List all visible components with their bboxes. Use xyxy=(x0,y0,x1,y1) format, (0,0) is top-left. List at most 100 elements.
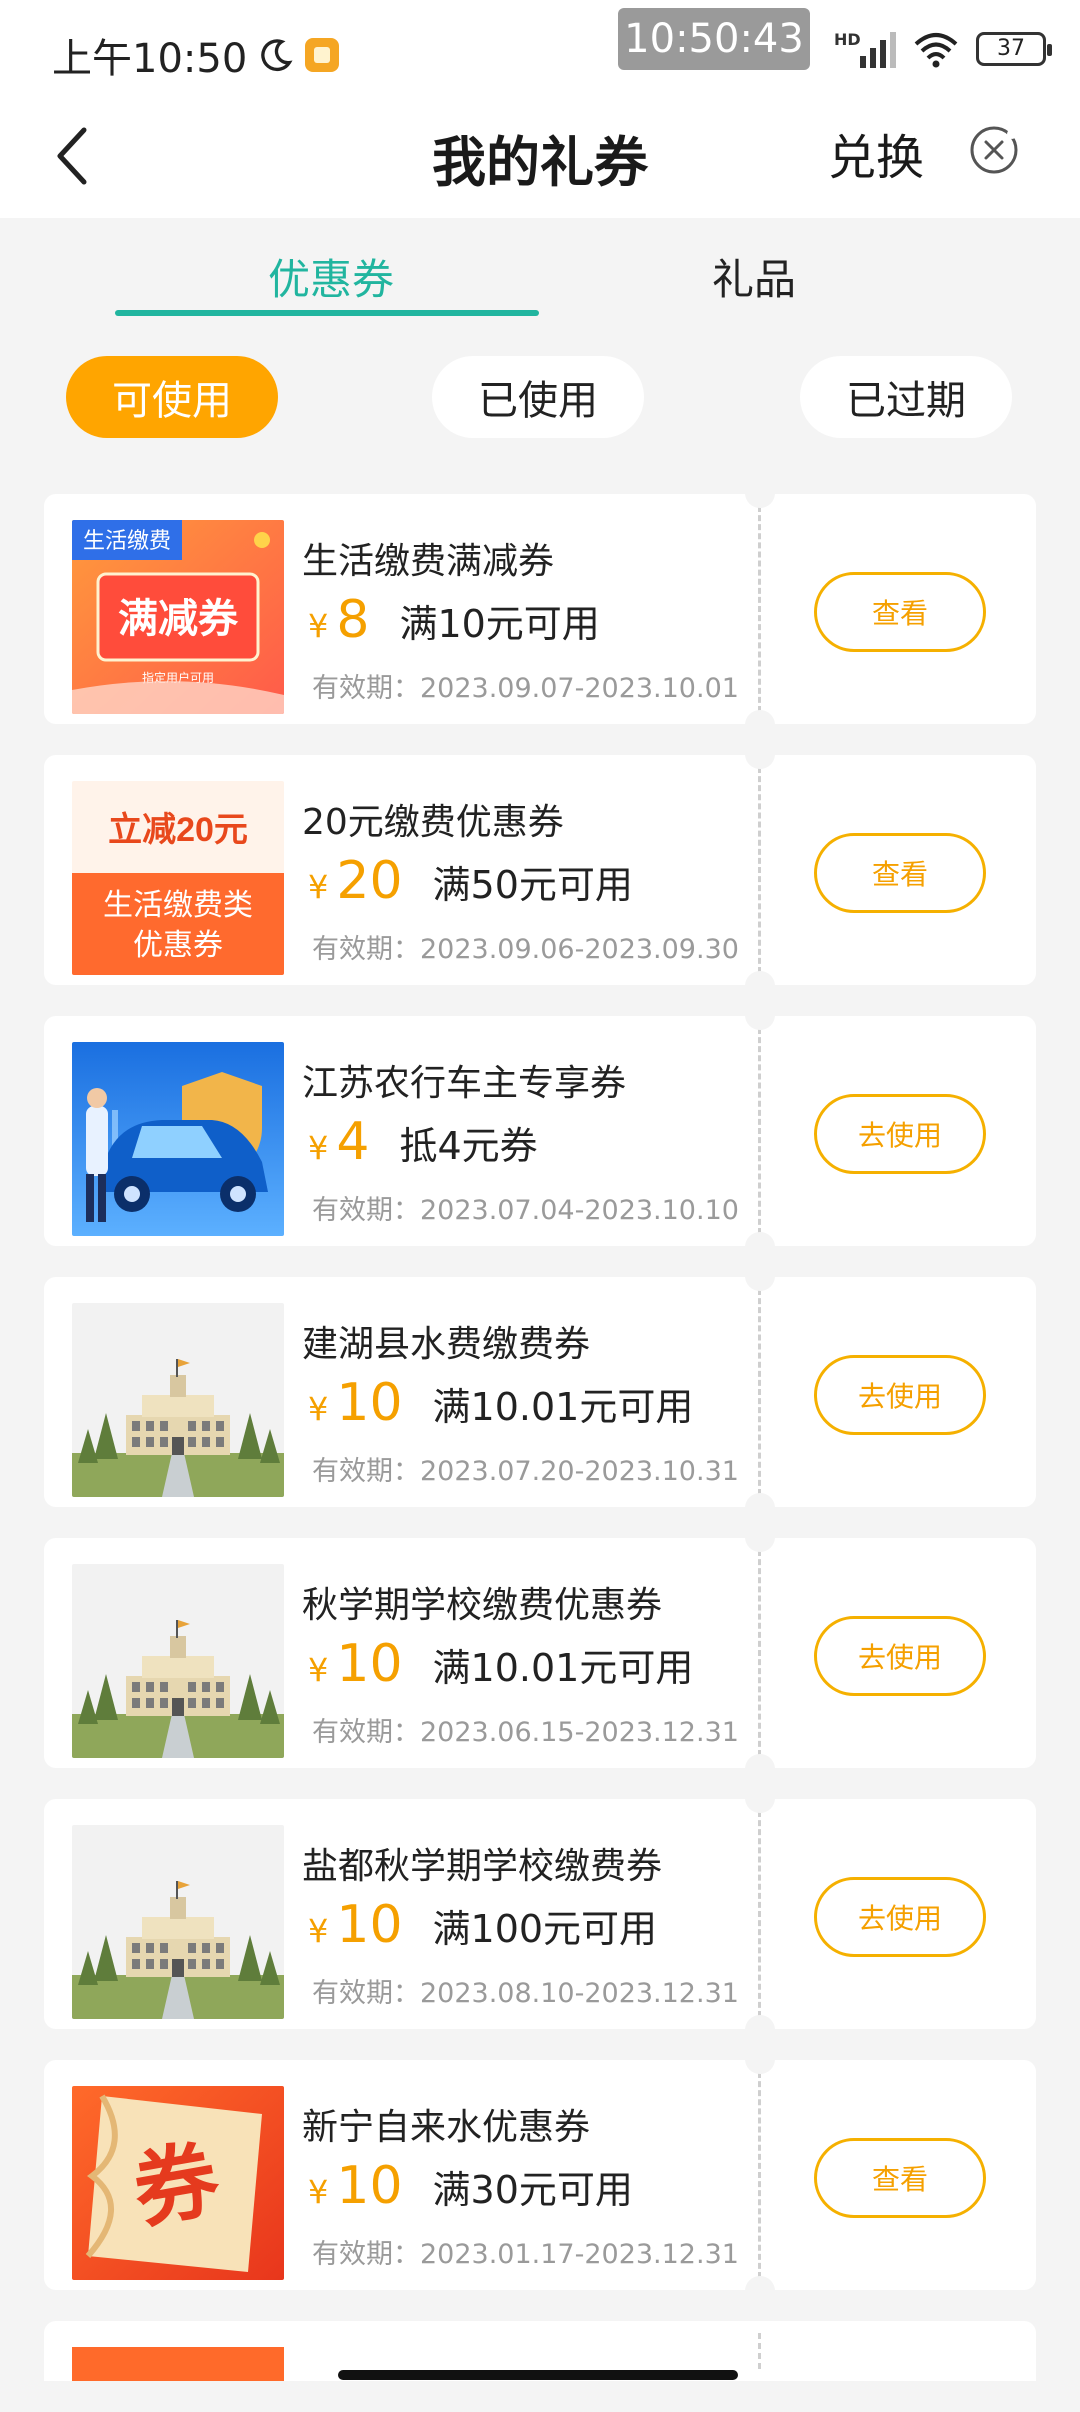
coupon-card[interactable]: 盐都秋学期学校缴费券 ¥ 10 满100元可用 有效期：2023.08.10-2… xyxy=(44,1799,1036,2029)
coupon-title: 江苏农行车主专享券 xyxy=(302,1063,627,1104)
coupon-validity: 有效期：2023.06.15-2023.12.31 xyxy=(312,1717,739,1748)
coupon-amount: 4 xyxy=(336,1112,370,1172)
network-type: HD xyxy=(834,30,861,49)
filter-expired[interactable]: 已过期 xyxy=(800,356,1012,438)
coupon-notch xyxy=(745,1016,775,1030)
coupon-notch xyxy=(745,1493,775,1507)
image-label-instant-discount: 立减20元 xyxy=(108,811,248,849)
coupon-condition: 满50元可用 xyxy=(432,863,633,907)
coupon-condition: 抵4元券 xyxy=(399,1124,538,1168)
currency-symbol: ¥ xyxy=(308,1651,329,1689)
coupon-title: 20元缴费优惠券 xyxy=(302,802,564,843)
view-button[interactable]: 查看 xyxy=(814,572,986,652)
coupon-title: 盐都秋学期学校缴费券 xyxy=(302,1846,663,1887)
coupon-notch xyxy=(745,1538,775,1552)
coupon-notch xyxy=(745,710,775,724)
image-label-discount: 满减券 xyxy=(118,597,239,641)
currency-symbol: ¥ xyxy=(308,868,329,906)
coupon-list: 生活缴费 满减券 指定用户可用 生活缴费满减券 ¥ 8 满10元可用 有效期：2… xyxy=(44,494,1036,2412)
coupon-price: ¥ 10 满100元可用 xyxy=(308,1895,657,1955)
exchange-button[interactable]: 兑换 xyxy=(828,118,924,188)
coupon-price: ¥ 8 满10元可用 xyxy=(308,590,600,650)
coupon-image-car-owner xyxy=(72,1042,284,1236)
coupon-card[interactable]: 生活缴费 满减券 指定用户可用 生活缴费满减券 ¥ 8 满10元可用 有效期：2… xyxy=(44,494,1036,724)
status-left: 上午10:50 xyxy=(52,26,340,84)
coupon-amount: 10 xyxy=(336,1895,403,1955)
coupon-condition: 满100元可用 xyxy=(432,1907,658,1951)
close-icon[interactable] xyxy=(968,124,1020,176)
currency-symbol: ¥ xyxy=(308,2173,329,2211)
coupon-image-school xyxy=(72,1564,284,1758)
tab-coupons[interactable]: 优惠券 xyxy=(268,246,394,307)
coupon-amount: 10 xyxy=(336,2156,403,2216)
coupon-card[interactable]: 建湖县水费缴费券 ¥ 10 满10.01元可用 有效期：2023.07.20-2… xyxy=(44,1277,1036,1507)
coupon-notch xyxy=(745,755,775,769)
coupon-validity: 有效期：2023.08.10-2023.12.31 xyxy=(312,1978,739,2009)
currency-symbol: ¥ xyxy=(308,1390,329,1428)
coupon-title: 建湖县水费缴费券 xyxy=(302,1324,591,1365)
coupon-amount: 20 xyxy=(336,851,403,911)
coupon-notch xyxy=(745,1277,775,1291)
coupon-title: 生活缴费满减券 xyxy=(302,541,555,582)
coupon-price: ¥ 20 满50元可用 xyxy=(308,851,633,911)
wifi-icon xyxy=(914,33,958,68)
coupon-notch xyxy=(745,2276,775,2290)
use-button[interactable]: 去使用 xyxy=(814,1616,986,1696)
coupon-notch xyxy=(745,494,775,508)
coupon-card[interactable]: 秋学期学校缴费优惠券 ¥ 10 满10.01元可用 有效期：2023.06.15… xyxy=(44,1538,1036,1768)
header: 我的礼券 兑换 xyxy=(0,100,1080,218)
coupon-divider xyxy=(758,1289,761,1495)
coupon-card[interactable]: 江苏农行车主专享券 ¥ 4 抵4元券 有效期：2023.07.04-2023.1… xyxy=(44,1016,1036,1246)
coupon-notch xyxy=(745,971,775,985)
tab-active-indicator xyxy=(115,310,539,316)
view-button[interactable]: 查看 xyxy=(814,833,986,913)
filter-chips: 可使用 已使用 已过期 xyxy=(0,356,1080,440)
home-indicator[interactable] xyxy=(338,2370,738,2380)
coupon-card[interactable]: 立减20元 生活缴费类 优惠券 20元缴费优惠券 ¥ 20 满50元可用 有效期… xyxy=(44,755,1036,985)
coupon-image-school xyxy=(72,1825,284,2019)
coupon-condition: 满30元可用 xyxy=(432,2168,633,2212)
battery-icon: 37 xyxy=(976,32,1052,66)
coupon-divider xyxy=(758,2333,761,2369)
coupon-image-partial xyxy=(72,2347,284,2381)
coupon-image-school xyxy=(72,1303,284,1497)
use-button[interactable]: 去使用 xyxy=(814,1877,986,1957)
coupon-card[interactable]: 券 新宁自来水优惠券 ¥ 10 满30元可用 有效期：2023.01.17-20… xyxy=(44,2060,1036,2290)
coupon-divider xyxy=(758,2072,761,2278)
image-label-coupon: 优惠券 xyxy=(133,929,223,962)
coupon-validity: 有效期：2023.09.06-2023.09.30 xyxy=(312,934,739,965)
image-label-ticket: 券 xyxy=(127,2131,227,2238)
coupon-validity: 有效期：2023.07.04-2023.10.10 xyxy=(312,1195,739,1226)
currency-symbol: ¥ xyxy=(308,1912,329,1950)
coupon-notch xyxy=(745,2060,775,2074)
filter-available[interactable]: 可使用 xyxy=(66,356,278,438)
coupon-notch xyxy=(745,2015,775,2029)
use-button[interactable]: 去使用 xyxy=(814,1094,986,1174)
moon-icon xyxy=(261,39,293,72)
coupon-title: 新宁自来水优惠券 xyxy=(302,2107,591,2148)
app-notification-icon xyxy=(305,38,340,72)
coupon-image-instant-discount: 立减20元 生活缴费类 优惠券 xyxy=(72,781,284,975)
status-time: 上午10:50 xyxy=(52,36,248,82)
coupon-price: ¥ 10 满10.01元可用 xyxy=(308,1634,693,1694)
status-right: HD 37 xyxy=(834,30,1052,68)
coupon-notch xyxy=(745,1799,775,1813)
view-button[interactable]: 查看 xyxy=(814,2138,986,2218)
coupon-divider xyxy=(758,1550,761,1756)
coupon-image-life-payment: 生活缴费 满减券 指定用户可用 xyxy=(72,520,284,714)
use-button[interactable]: 去使用 xyxy=(814,1355,986,1435)
coupon-notch xyxy=(745,1754,775,1768)
coupon-validity: 有效期：2023.07.20-2023.10.31 xyxy=(312,1456,739,1487)
image-label-life-payment: 生活缴费 xyxy=(83,528,171,553)
tab-gifts[interactable]: 礼品 xyxy=(712,246,796,307)
coupon-condition: 满10.01元可用 xyxy=(432,1385,694,1429)
status-bar: 上午10:50 10:50:43 HD 37 xyxy=(0,0,1080,100)
filter-used[interactable]: 已使用 xyxy=(432,356,644,438)
coupon-title: 秋学期学校缴费优惠券 xyxy=(302,1585,663,1626)
coupon-divider xyxy=(758,506,761,712)
coupon-divider xyxy=(758,1811,761,2017)
currency-symbol: ¥ xyxy=(308,607,329,645)
coupon-image-ticket: 券 xyxy=(72,2086,284,2280)
coupon-amount: 10 xyxy=(336,1373,403,1433)
coupon-divider xyxy=(758,767,761,973)
